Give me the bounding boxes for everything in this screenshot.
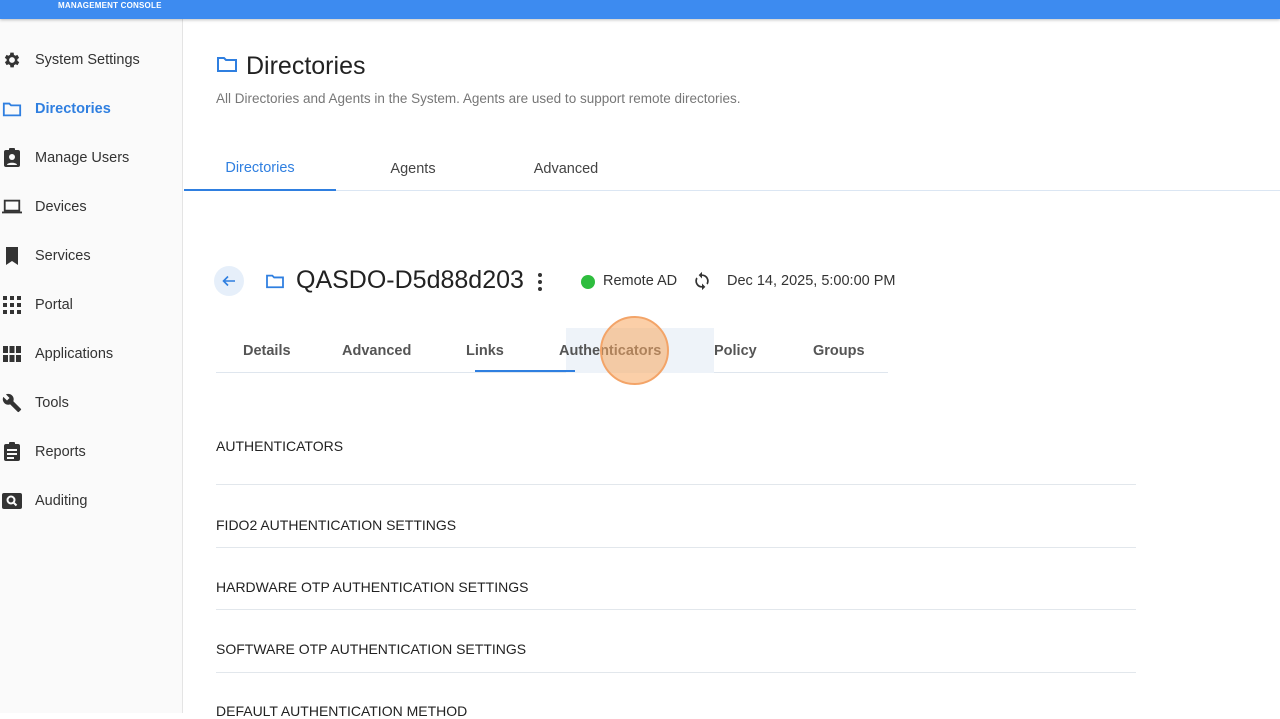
divider	[216, 547, 1136, 548]
user-badge-icon	[2, 148, 22, 168]
tab-agents[interactable]: Agents	[360, 147, 466, 191]
folder-icon	[2, 99, 22, 119]
clipboard-icon	[2, 442, 22, 462]
more-options-icon[interactable]	[534, 270, 546, 294]
last-sync-timestamp: Dec 14, 2025, 5:00:00 PM	[727, 273, 896, 289]
sync-icon[interactable]	[692, 271, 712, 291]
directory-header: QASDO-D5d88d203 Remote AD Dec 14, 2025, …	[214, 265, 914, 299]
sidebar-item-label: Auditing	[35, 493, 88, 509]
sidebar-item-label: Manage Users	[35, 150, 130, 166]
sidebar-item-manage-users[interactable]: Manage Users	[0, 138, 183, 178]
tab-advanced[interactable]: Advanced	[514, 147, 618, 191]
divider	[216, 672, 1136, 673]
sidebar-item-label: Portal	[35, 297, 73, 313]
sidebar-item-services[interactable]: Services	[0, 236, 183, 276]
laptop-icon	[2, 197, 22, 217]
main-content: Directories All Directories and Agents i…	[184, 19, 1280, 719]
sidebar-item-tools[interactable]: Tools	[0, 383, 183, 423]
page-subtitle: All Directories and Agents in the System…	[216, 91, 741, 106]
tab-directories[interactable]: Directories	[184, 147, 336, 191]
sidebar-item-portal[interactable]: Portal	[0, 285, 183, 325]
directory-sub-tabs: Details Advanced Links Authenticators Po…	[216, 328, 888, 373]
arrow-left-icon	[222, 275, 235, 287]
divider	[216, 484, 1136, 485]
sidebar-item-reports[interactable]: Reports	[0, 432, 183, 472]
top-header-bar: MANAGEMENT CONSOLE	[0, 0, 1280, 19]
tab-details[interactable]: Details	[243, 328, 291, 373]
gear-icon	[2, 50, 22, 70]
sidebar-item-label: Tools	[35, 395, 69, 411]
section-hardware-otp-settings[interactable]: HARDWARE OTP AUTHENTICATION SETTINGS	[216, 579, 528, 595]
status-indicator-icon	[581, 275, 595, 289]
sidebar-item-label: System Settings	[35, 52, 140, 68]
tab-policy[interactable]: Policy	[714, 328, 757, 373]
sidebar-item-directories[interactable]: Directories	[0, 89, 183, 129]
section-software-otp-settings[interactable]: SOFTWARE OTP AUTHENTICATION SETTINGS	[216, 641, 526, 657]
sidebar-item-auditing[interactable]: Auditing	[0, 481, 183, 521]
section-default-auth-method[interactable]: DEFAULT AUTHENTICATION METHOD	[216, 703, 467, 719]
active-tab-indicator	[475, 370, 575, 372]
divider	[216, 609, 1136, 610]
tab-authenticators[interactable]: Authenticators	[559, 328, 661, 373]
section-fido2-settings[interactable]: FIDO2 AUTHENTICATION SETTINGS	[216, 517, 456, 533]
bookmark-icon	[2, 246, 22, 266]
console-label: MANAGEMENT CONSOLE	[58, 1, 162, 10]
sidebar-item-devices[interactable]: Devices	[0, 187, 183, 227]
sidebar-item-label: Services	[35, 248, 91, 264]
grid-dots-icon	[2, 295, 22, 315]
tab-groups[interactable]: Groups	[813, 328, 865, 373]
page-title-row: Directories	[216, 52, 365, 81]
tab-links[interactable]: Links	[466, 328, 504, 373]
sidebar-item-system-settings[interactable]: System Settings	[0, 40, 183, 80]
sidebar-item-applications[interactable]: Applications	[0, 334, 183, 374]
section-title-authenticators: AUTHENTICATORS	[216, 438, 344, 454]
folder-icon	[216, 55, 238, 78]
search-doc-icon	[2, 491, 22, 511]
folder-icon	[265, 273, 285, 294]
sidebar-item-label: Devices	[35, 199, 87, 215]
directory-status: Remote AD	[603, 273, 678, 289]
back-button[interactable]	[214, 266, 244, 296]
main-tabs: Directories Agents Advanced	[184, 147, 1280, 191]
wrench-icon	[2, 393, 22, 413]
sidebar-item-label: Directories	[35, 101, 111, 117]
sidebar-item-label: Applications	[35, 346, 114, 362]
apps-grid-icon	[2, 344, 22, 364]
sidebar: System Settings Directories Manage Users…	[0, 19, 183, 713]
directory-name: QASDO-D5d88d203	[296, 266, 524, 294]
page-title: Directories	[246, 52, 366, 80]
sidebar-item-label: Reports	[35, 444, 86, 460]
tab-advanced-settings[interactable]: Advanced	[342, 328, 411, 373]
